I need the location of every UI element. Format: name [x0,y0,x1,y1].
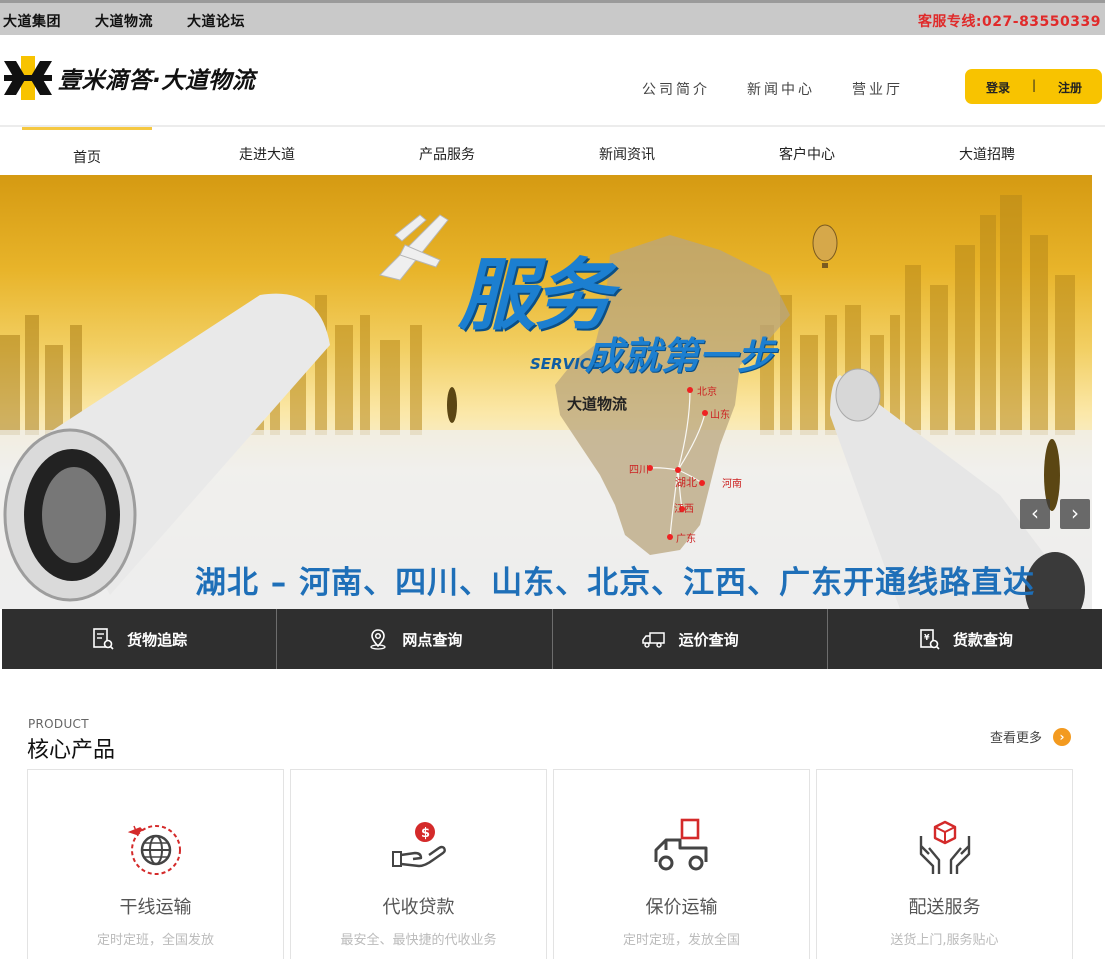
banner-headline-big: 服务 [458,251,612,341]
product-name: 保价运输 [645,897,718,918]
top-utility-bar: 大道集团 大道物流 大道论坛 客服专线:027-83550339 [0,0,1105,35]
banner-routes: 湖北 – 河南、四川、山东、北京、江西、广东开通线路直达 [195,565,1036,601]
view-more-label: 查看更多 [990,731,1043,746]
quick-payment-query-label: 货款查询 [952,630,1013,649]
svg-text:$: $ [421,826,430,841]
banner-artwork [0,195,1092,609]
hand-coin-icon: $ [391,822,446,868]
link-logistics[interactable]: 大道物流 [95,11,153,31]
nav-customer-label: 客户中心 [779,147,835,163]
map-label-beijing: 北京 [697,387,717,398]
nav-news[interactable]: 新闻资讯 [562,127,692,175]
product-desc: 送货上门,服务贴心 [890,933,999,948]
quick-freight-rate-label: 运价查询 [678,630,739,649]
quick-cargo-tracking-label: 货物追踪 [127,630,188,649]
map-label-guangdong: 广东 [676,534,696,545]
view-more-link[interactable]: 查看更多 › [990,727,1072,746]
map-label-jiangxi: 江西 [674,504,694,515]
logo-text: 壹米滴答·大道物流 [58,68,256,94]
hero-banner[interactable]: 服务 SERVICE 成就第一步 大道物流 北京 山东 四川 湖北 河南 江西 … [0,175,1092,609]
quick-query-bar: 货物追踪 网点查询 运价查询 ¥ 货款查询 [2,609,1102,669]
map-label-shandong: 山东 [710,410,730,421]
quick-freight-rate[interactable]: 运价查询 [553,609,828,669]
nav-careers-label: 大道招聘 [959,147,1015,163]
logo[interactable]: 壹米滴答·大道物流 [2,53,272,103]
link-news-center[interactable]: 新闻中心 [747,79,815,99]
hands-box-icon [919,820,970,874]
link-forum[interactable]: 大道论坛 [187,11,245,31]
product-name: 配送服务 [908,897,981,918]
product-card-cod[interactable]: $ 代收贷款 最安全、最快捷的代收业务 [290,769,547,959]
nav-about[interactable]: 走进大道 [202,127,332,175]
quick-cargo-tracking[interactable]: 货物追踪 [2,609,278,669]
main-nav: 首页 走进大道 产品服务 新闻资讯 客户中心 大道招聘 [0,127,1105,175]
quick-outlet-search-label: 网点查询 [402,630,463,649]
product-desc: 最安全、最快捷的代收业务 [340,933,497,948]
nav-products[interactable]: 产品服务 [382,127,512,175]
product-name: 代收贷款 [382,897,455,918]
header-links: 公司简介 新闻中心 营业厅 [642,79,940,99]
section-subtitle: PRODUCT [28,717,89,731]
nav-home[interactable]: 首页 [22,127,152,175]
nav-careers[interactable]: 大道招聘 [922,127,1052,175]
product-name: 干线运输 [119,897,192,918]
product-card-delivery[interactable]: 配送服务 送货上门,服务贴心 [816,769,1073,959]
login-button[interactable]: 登录 [986,79,1010,96]
arrow-right-icon: › [1053,727,1072,746]
globe-plane-icon [127,825,181,875]
banner-headline-rest: 成就第一步 [585,334,776,378]
auth-separator: | [1032,78,1037,92]
register-button[interactable]: 注册 [1058,79,1082,96]
section-title: 核心产品 [27,738,116,763]
group-links: 大道集团 大道物流 大道论坛 [3,11,279,31]
nav-about-label: 走进大道 [239,147,295,163]
svg-text:¥: ¥ [924,633,930,642]
slider-prev-button[interactable]: ‹ [1020,499,1050,529]
logo-mark-icon [2,53,54,103]
map-label-sichuan: 四川 [629,465,649,476]
banner-brand: 大道物流 [567,395,628,413]
location-pin-icon [370,629,387,650]
payment-search-icon: ¥ [920,629,940,650]
link-service-hall[interactable]: 营业厅 [852,79,903,99]
auth-box: 登录 | 注册 [965,69,1102,104]
nav-customer[interactable]: 客户中心 [742,127,872,175]
truck-cargo-icon [654,818,707,871]
quick-outlet-search[interactable]: 网点查询 [277,609,553,669]
quick-payment-query[interactable]: ¥ 货款查询 [828,609,1102,669]
product-cards: 干线运输 定时定班，全国发放 $ 代收贷款 最安全、最快捷的代收业务 保价运输 … [27,769,1073,959]
nav-home-label: 首页 [73,150,101,166]
product-desc: 定时定班，发放全国 [622,933,740,948]
truck-icon [641,632,665,648]
map-label-henan: 河南 [722,479,742,490]
document-search-icon [93,628,114,650]
link-company-intro[interactable]: 公司简介 [642,79,710,99]
product-card-insured[interactable]: 保价运输 定时定班，发放全国 [553,769,810,959]
map-label-hubei: 湖北 [675,476,697,489]
service-hotline: 客服专线:027-83550339 [917,14,1101,30]
link-group[interactable]: 大道集团 [3,11,61,31]
product-card-trunk[interactable]: 干线运输 定时定班，全国发放 [27,769,284,959]
slider-next-button[interactable]: › [1060,499,1090,529]
site-header: 壹米滴答·大道物流 公司简介 新闻中心 营业厅 登录 | 注册 [0,35,1105,127]
nav-products-label: 产品服务 [419,147,475,163]
nav-news-label: 新闻资讯 [599,147,655,163]
product-desc: 定时定班，全国发放 [96,933,214,948]
